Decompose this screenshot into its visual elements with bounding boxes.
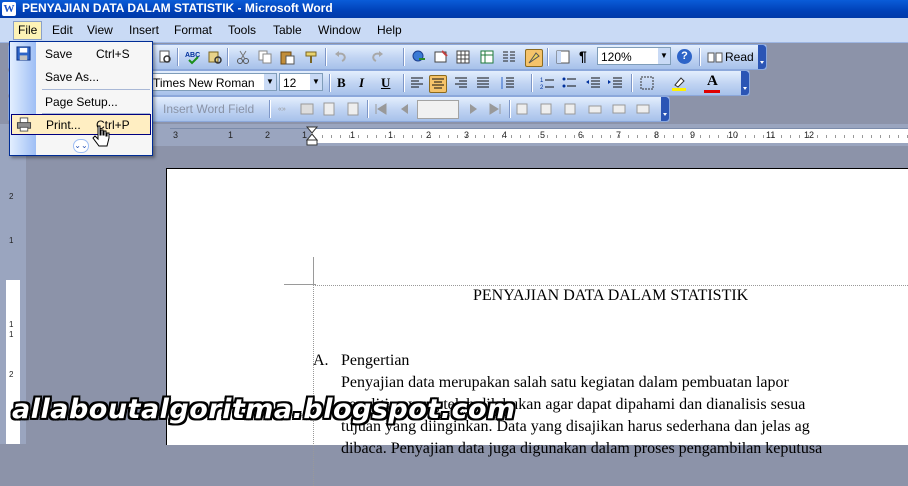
last-record-icon[interactable] [487, 101, 503, 117]
increase-indent-icon[interactable] [607, 75, 623, 91]
menu-file[interactable]: File [13, 21, 43, 40]
menu-format[interactable]: Format [170, 22, 216, 39]
view-merged-icon[interactable]: «» [277, 101, 293, 117]
undo-icon[interactable] [333, 49, 349, 65]
help-icon[interactable]: ? [677, 49, 692, 64]
heading-number: A. [313, 352, 329, 369]
chevron-down-icon[interactable]: ▼ [264, 74, 276, 90]
chevron-down-icon[interactable]: ▼ [310, 74, 322, 90]
menu-item-save[interactable]: Save Ctrl+S [10, 43, 152, 64]
read-icon[interactable] [707, 49, 723, 65]
horizontal-ruler[interactable]: 3 1 2 1 1 1 2 3 4 5 6 7 8 9 10 11 12 [170, 126, 908, 146]
merge-to-fax-icon[interactable] [635, 101, 651, 117]
drawing-icon[interactable] [525, 49, 543, 67]
copy-icon[interactable] [257, 49, 273, 65]
tables-borders-icon[interactable] [433, 49, 449, 65]
format-painter-icon[interactable] [303, 49, 319, 65]
hyperlink-icon[interactable] [411, 49, 427, 65]
first-record-icon[interactable] [373, 101, 389, 117]
menu-help[interactable]: Help [373, 22, 406, 39]
file-menu-dropdown: Save Ctrl+S Save As... Page Setup... Pri… [9, 41, 153, 156]
propagate-icon[interactable] [345, 101, 361, 117]
font-color-icon[interactable]: A [707, 73, 718, 90]
font-name-value: Times New Roman [153, 76, 255, 90]
print-icon [16, 117, 32, 132]
align-center-icon[interactable] [429, 75, 447, 93]
font-size-value: 12 [283, 76, 297, 90]
redo-icon[interactable] [369, 49, 385, 65]
menu-view[interactable]: View [83, 22, 117, 39]
paragraph-line: dibaca. Penyajian data juga digunakan da… [341, 440, 823, 457]
align-left-icon[interactable] [409, 75, 425, 91]
double-chevron-down-icon[interactable]: ⌄⌄ [73, 139, 89, 153]
check-errors-icon[interactable] [539, 101, 555, 117]
insert-table-icon[interactable] [455, 49, 471, 65]
toolbar-options-icon[interactable] [741, 71, 749, 95]
watermark-text: allaboutalgoritma.blogspot.com [12, 394, 516, 425]
save-icon [16, 46, 31, 61]
menu-insert[interactable]: Insert [125, 22, 163, 39]
menu-edit[interactable]: Edit [48, 22, 77, 39]
menu-tools[interactable]: Tools [224, 22, 260, 39]
align-right-icon[interactable] [453, 75, 469, 91]
border-icon[interactable] [639, 75, 655, 91]
line-spacing-icon[interactable] [499, 75, 515, 91]
svg-text:1: 1 [540, 78, 544, 84]
show-formatting-icon[interactable]: ¶ [579, 48, 587, 64]
font-name-box[interactable]: Times New Roman ▼ [149, 73, 277, 91]
indent-marker-icon[interactable] [306, 126, 318, 146]
document-title: PENYAJIAN DATA DALAM STATISTIK [473, 287, 749, 304]
research-icon[interactable] [207, 49, 223, 65]
find-entry-icon[interactable] [515, 101, 531, 117]
record-number-field[interactable] [417, 100, 459, 119]
next-record-icon[interactable] [465, 101, 481, 117]
title-bar: W PENYAJIAN DATA DALAM STATISTIK - Micro… [0, 0, 908, 18]
word-icon: W [2, 2, 16, 16]
previous-record-icon[interactable] [397, 101, 413, 117]
toolbar-options-icon[interactable] [661, 97, 669, 121]
svg-text:2: 2 [540, 85, 544, 91]
menu-item-print[interactable]: Print... Ctrl+P [11, 114, 151, 135]
read-button[interactable]: Read [725, 50, 754, 64]
bullets-icon[interactable] [561, 75, 577, 91]
print-preview-icon[interactable] [157, 49, 173, 65]
window-title: PENYAJIAN DATA DALAM STATISTIK - Microso… [22, 1, 333, 15]
font-color-swatch [704, 90, 720, 93]
insert-word-field-button[interactable]: Insert Word Field [163, 102, 254, 116]
zoom-value: 120% [601, 50, 632, 64]
paragraph-line: Penyajian data merupakan salah satu kegi… [341, 374, 789, 391]
toolbar-options-icon[interactable] [758, 45, 766, 69]
numbering-icon[interactable]: 12 [539, 75, 555, 91]
highlight-fields-icon[interactable] [299, 101, 315, 117]
bold-button[interactable]: B [337, 75, 346, 91]
menu-table[interactable]: Table [269, 22, 306, 39]
font-size-box[interactable]: 12 ▼ [279, 73, 323, 91]
merge-to-email-icon[interactable] [611, 101, 627, 117]
menu-window[interactable]: Window [314, 22, 365, 39]
menu-item-page-setup[interactable]: Page Setup... [10, 91, 152, 112]
document-map-icon[interactable] [555, 49, 571, 65]
insert-excel-icon[interactable] [479, 49, 495, 65]
merge-to-printer-icon[interactable] [587, 101, 603, 117]
menu-item-save-as[interactable]: Save As... [10, 66, 152, 87]
cursor-icon [92, 125, 110, 147]
zoom-box[interactable]: 120% ▼ [597, 47, 671, 65]
italic-button[interactable]: I [359, 75, 364, 91]
match-fields-icon[interactable] [321, 101, 337, 117]
svg-text:«»: «» [278, 106, 286, 113]
spelling-icon[interactable]: ABC [185, 49, 201, 65]
paste-icon[interactable] [279, 49, 295, 65]
chevron-down-icon[interactable]: ▼ [658, 48, 670, 64]
decrease-indent-icon[interactable] [585, 75, 601, 91]
underline-button[interactable]: U [381, 75, 390, 91]
section-heading: Pengertian [341, 352, 410, 369]
menu-bar: File Edit View Insert Format Tools Table… [0, 18, 908, 43]
columns-icon[interactable] [501, 49, 517, 65]
justify-icon[interactable] [475, 75, 491, 91]
highlight-icon[interactable] [671, 75, 687, 91]
cut-icon[interactable] [235, 49, 251, 65]
merge-to-document-icon[interactable] [563, 101, 579, 117]
